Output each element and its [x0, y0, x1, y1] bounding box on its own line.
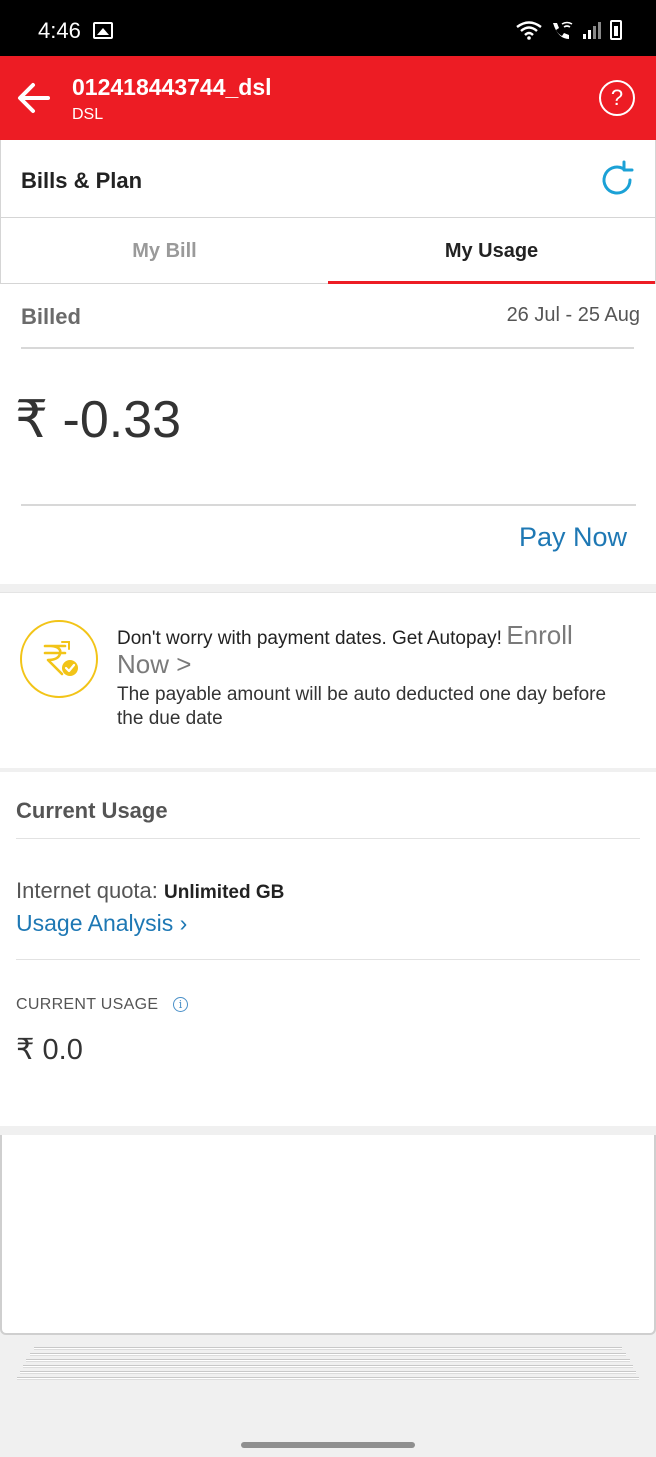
- pay-now-button[interactable]: Pay Now: [519, 522, 627, 553]
- account-type: DSL: [72, 106, 104, 123]
- back-arrow-icon[interactable]: [16, 80, 52, 116]
- status-bar: 4:46: [0, 0, 656, 56]
- usage-analysis-link[interactable]: Usage Analysis ›: [16, 910, 187, 937]
- home-gesture-bar[interactable]: [241, 1442, 415, 1448]
- ticket-stack-decoration: [16, 1347, 640, 1387]
- status-time: 4:46: [38, 18, 81, 43]
- divider: [21, 347, 634, 349]
- signal-icon: [583, 22, 601, 39]
- system-nav-bar: [0, 1433, 656, 1457]
- current-usage-value: ₹ 0.0: [16, 1034, 83, 1066]
- quota-value: Unlimited GB: [164, 882, 285, 903]
- current-usage-card: Current Usage Internet quota: Unlimited …: [0, 772, 656, 1126]
- wifi-calling-icon: [553, 21, 573, 39]
- autopay-text: Don't worry with payment dates. Get Auto…: [117, 622, 617, 731]
- quota-label: Internet quota:: [16, 878, 158, 903]
- gallery-notification-icon: [93, 22, 113, 39]
- refresh-icon[interactable]: [597, 160, 637, 200]
- divider: [16, 959, 640, 960]
- bill-amount: ₹ -0.33: [15, 391, 182, 449]
- account-title: 012418443744_dsl: [72, 74, 272, 100]
- autopay-message: Don't worry with payment dates. Get Auto…: [117, 628, 502, 649]
- billing-period: 26 Jul - 25 Aug: [506, 304, 640, 326]
- current-usage-label: CURRENT USAGE: [16, 996, 159, 1013]
- section-title: Bills & Plan: [21, 168, 143, 193]
- info-icon[interactable]: i: [173, 997, 188, 1012]
- rupee-autopay-icon: [20, 620, 98, 698]
- empty-content-card: [0, 1135, 656, 1335]
- battery-icon: [610, 20, 622, 40]
- help-icon[interactable]: ?: [599, 80, 635, 116]
- bills-plan-header: Bills & Plan: [0, 140, 656, 218]
- wifi-icon: [516, 21, 542, 40]
- usage-title: Current Usage: [16, 798, 168, 823]
- divider: [16, 838, 640, 839]
- app-bar: 012418443744_dsl DSL ?: [0, 56, 656, 140]
- internet-quota: Internet quota: Unlimited GB: [16, 878, 284, 904]
- autopay-banner: Don't worry with payment dates. Get Auto…: [0, 592, 656, 768]
- billed-label: Billed: [21, 304, 81, 329]
- divider: [21, 504, 636, 506]
- bill-card: Billed 26 Jul - 25 Aug ₹ -0.33 Pay Now: [0, 284, 656, 584]
- tab-my-usage[interactable]: My Usage: [328, 218, 655, 284]
- autopay-detail: The payable amount will be auto deducted…: [117, 684, 607, 729]
- tab-bar: My Bill My Usage: [0, 218, 656, 284]
- status-icons: [516, 20, 622, 40]
- tab-my-bill[interactable]: My Bill: [1, 218, 328, 283]
